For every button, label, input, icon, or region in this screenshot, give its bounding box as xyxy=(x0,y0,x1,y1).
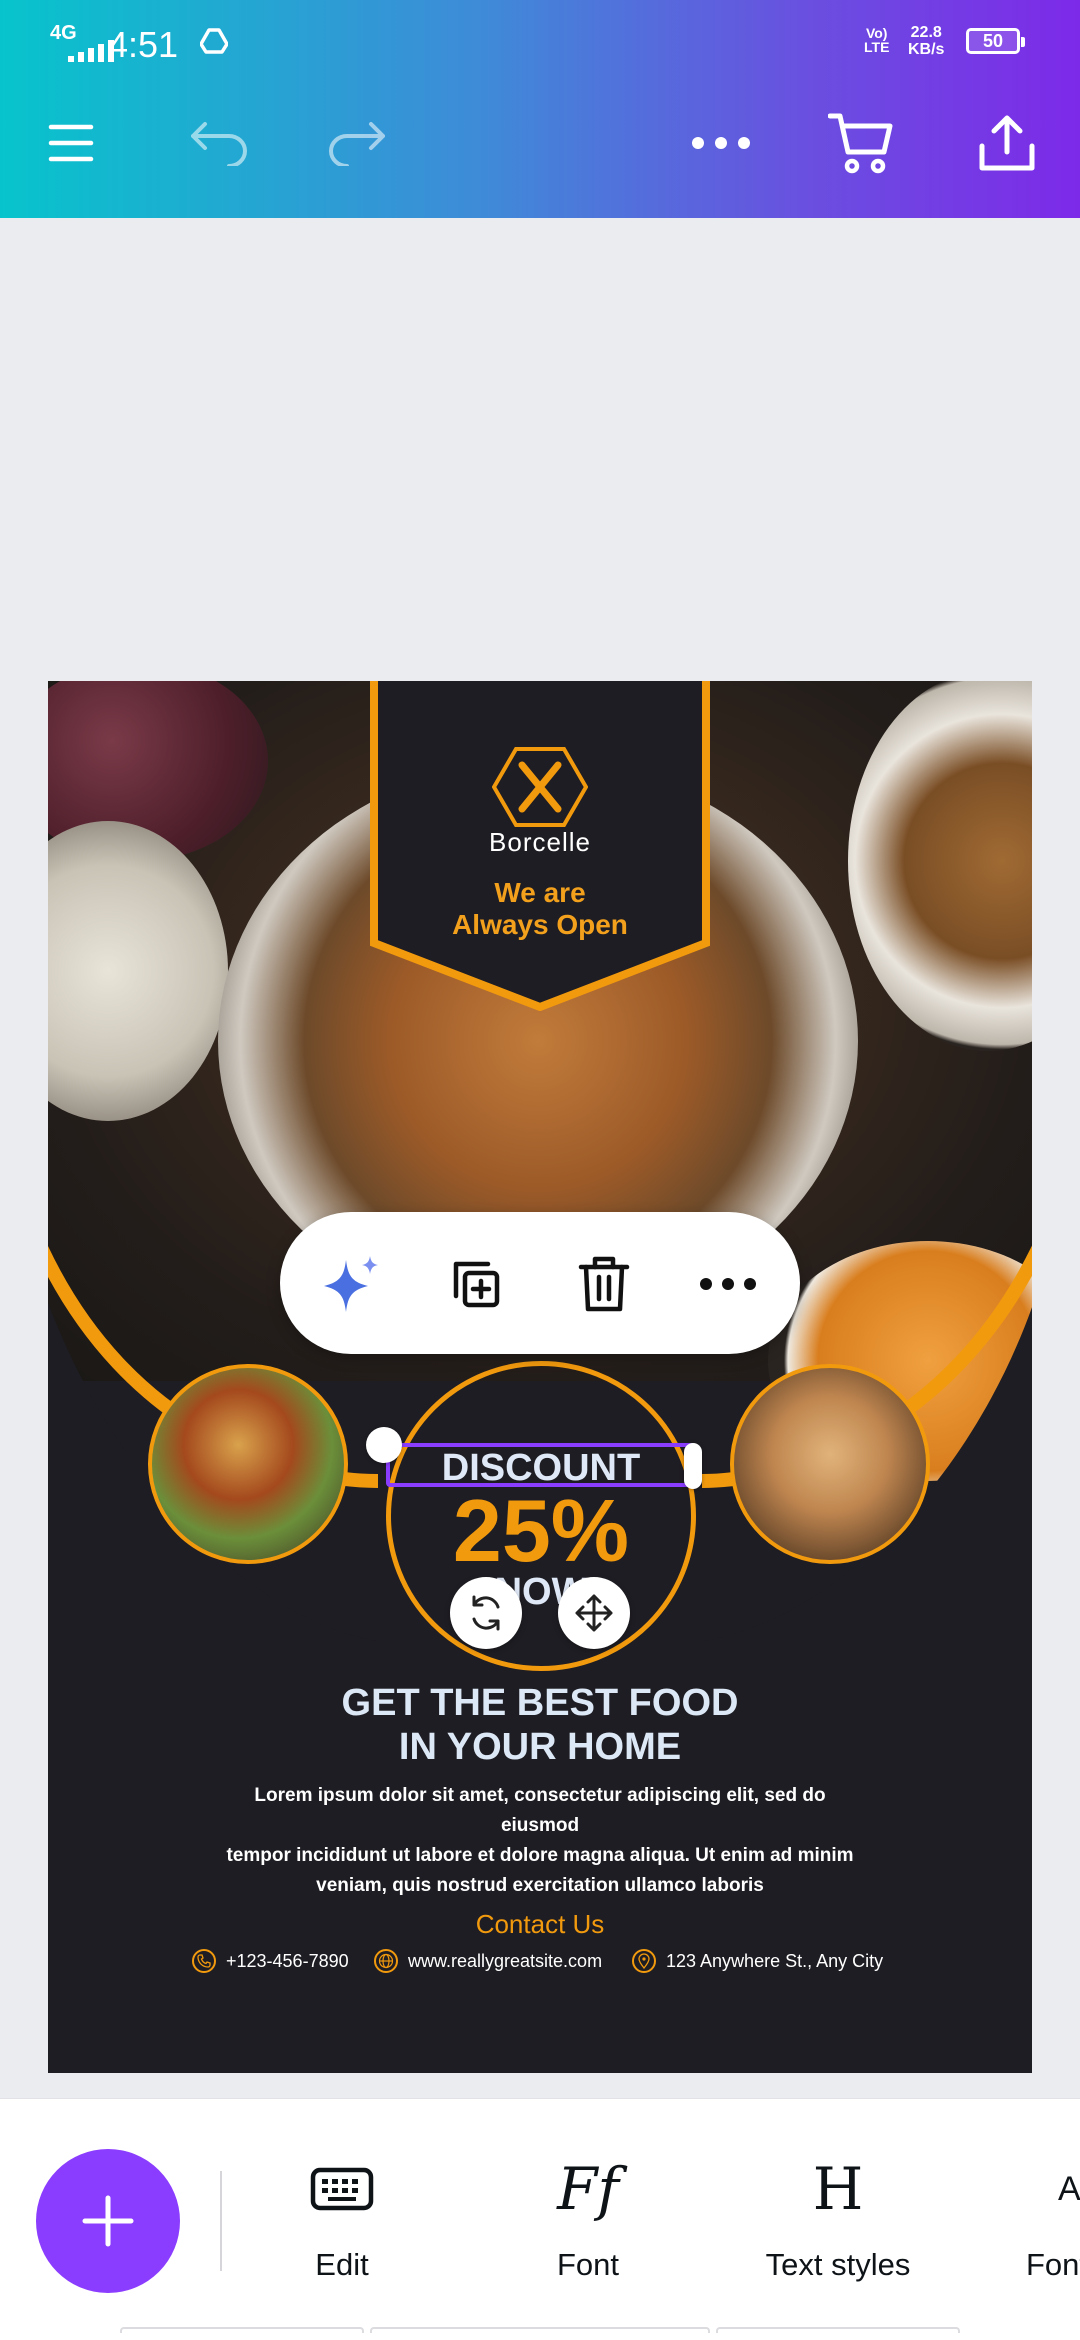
phone-icon xyxy=(192,1949,216,1973)
salad-photo[interactable] xyxy=(148,1364,348,1564)
keyboard-icon xyxy=(252,2149,432,2229)
delete-icon xyxy=(578,1256,630,1312)
duplicate-button[interactable] xyxy=(440,1248,512,1320)
context-more-button[interactable] xyxy=(692,1248,764,1320)
redo-button[interactable] xyxy=(322,108,392,178)
plus-icon xyxy=(82,2195,134,2247)
rotate-button[interactable] xyxy=(450,1577,522,1649)
bottom-toolbar: Edit Ff Font H Text styles A Font xyxy=(0,2098,1080,2340)
hamburger-icon xyxy=(48,124,94,162)
duplicate-icon xyxy=(453,1261,500,1308)
design-canvas[interactable]: Borcelle We are Always Open DISCOUNT 25%… xyxy=(48,681,1032,2073)
share-button[interactable] xyxy=(972,108,1042,178)
discount-value[interactable]: 25% xyxy=(386,1481,696,1581)
logo-icon xyxy=(492,747,588,827)
tagline[interactable]: We are Always Open xyxy=(370,877,710,941)
add-element-button[interactable] xyxy=(36,2149,180,2293)
tool-text-styles-label: Text styles xyxy=(765,2247,911,2282)
move-button[interactable] xyxy=(558,1577,630,1649)
tool-edit-label: Edit xyxy=(315,2247,369,2282)
more-options-button[interactable] xyxy=(686,108,756,178)
globe-icon xyxy=(374,1949,398,1973)
contact-address[interactable]: 123 Anywhere St., Any City xyxy=(632,1949,883,1973)
brand-name[interactable]: Borcelle xyxy=(370,827,710,858)
scroll-indicator xyxy=(370,2327,710,2333)
drive-icon xyxy=(199,28,229,59)
body-text[interactable]: Lorem ipsum dolor sit amet, consectetur … xyxy=(218,1781,862,1901)
share-upload-icon xyxy=(979,115,1035,171)
rotate-icon xyxy=(472,1595,500,1631)
tool-font-size[interactable]: A Font xyxy=(990,2149,1080,2299)
more-horizontal-icon xyxy=(692,137,750,149)
element-context-menu xyxy=(280,1212,800,1354)
status-time: 4:51 xyxy=(108,24,179,65)
editor-workspace[interactable]: Borcelle We are Always Open DISCOUNT 25%… xyxy=(0,218,1080,2098)
tool-font-label: Font xyxy=(556,2247,620,2282)
text-styles-icon: H xyxy=(812,2155,864,2223)
undo-icon xyxy=(191,122,247,166)
font-icon: Ff xyxy=(557,2155,619,2223)
contact-phone[interactable]: +123-456-7890 xyxy=(192,1949,349,1973)
discount-now[interactable]: NOW xyxy=(386,1571,696,1605)
scroll-indicator xyxy=(120,2327,364,2333)
burrito-photo[interactable] xyxy=(730,1364,930,1564)
scroll-indicator xyxy=(716,2327,960,2333)
delete-button[interactable] xyxy=(568,1248,640,1320)
selection-handle-right[interactable] xyxy=(684,1443,702,1489)
selection-handle-left[interactable] xyxy=(366,1427,402,1463)
move-icon xyxy=(575,1594,613,1632)
status-bar: 4G 4:51 Vo) LTE 22.8 KB/s 50 xyxy=(0,18,1080,68)
redo-icon xyxy=(329,122,385,166)
magic-sparkle-icon xyxy=(324,1256,378,1312)
menu-button[interactable] xyxy=(36,108,106,178)
magic-button[interactable] xyxy=(316,1248,388,1320)
battery-icon: 50 xyxy=(966,28,1025,54)
network-speed: 22.8 KB/s xyxy=(908,24,945,58)
contact-website[interactable]: www.reallygreatsite.com xyxy=(374,1949,602,1973)
volte-indicator: Vo) LTE xyxy=(864,25,890,55)
tool-edit[interactable]: Edit xyxy=(252,2149,432,2299)
toolbar-divider xyxy=(220,2171,222,2271)
tool-font[interactable]: Ff Font xyxy=(498,2149,678,2299)
top-app-bar: 4G 4:51 Vo) LTE 22.8 KB/s 50 xyxy=(0,0,1080,218)
location-pin-icon xyxy=(632,1949,656,1973)
more-horizontal-icon xyxy=(700,1278,756,1290)
headline[interactable]: GET THE BEST FOOD IN YOUR HOME xyxy=(48,1681,1032,1769)
contact-title[interactable]: Contact Us xyxy=(48,1909,1032,1940)
tool-text-styles[interactable]: H Text styles xyxy=(748,2149,928,2299)
cart-button[interactable] xyxy=(826,108,896,178)
font-size-icon: A xyxy=(1058,2169,1080,2208)
cart-icon xyxy=(828,113,893,174)
text-selection-box[interactable] xyxy=(386,1443,694,1487)
undo-button[interactable] xyxy=(184,108,254,178)
tool-font-size-label: Font xyxy=(1026,2247,1080,2282)
